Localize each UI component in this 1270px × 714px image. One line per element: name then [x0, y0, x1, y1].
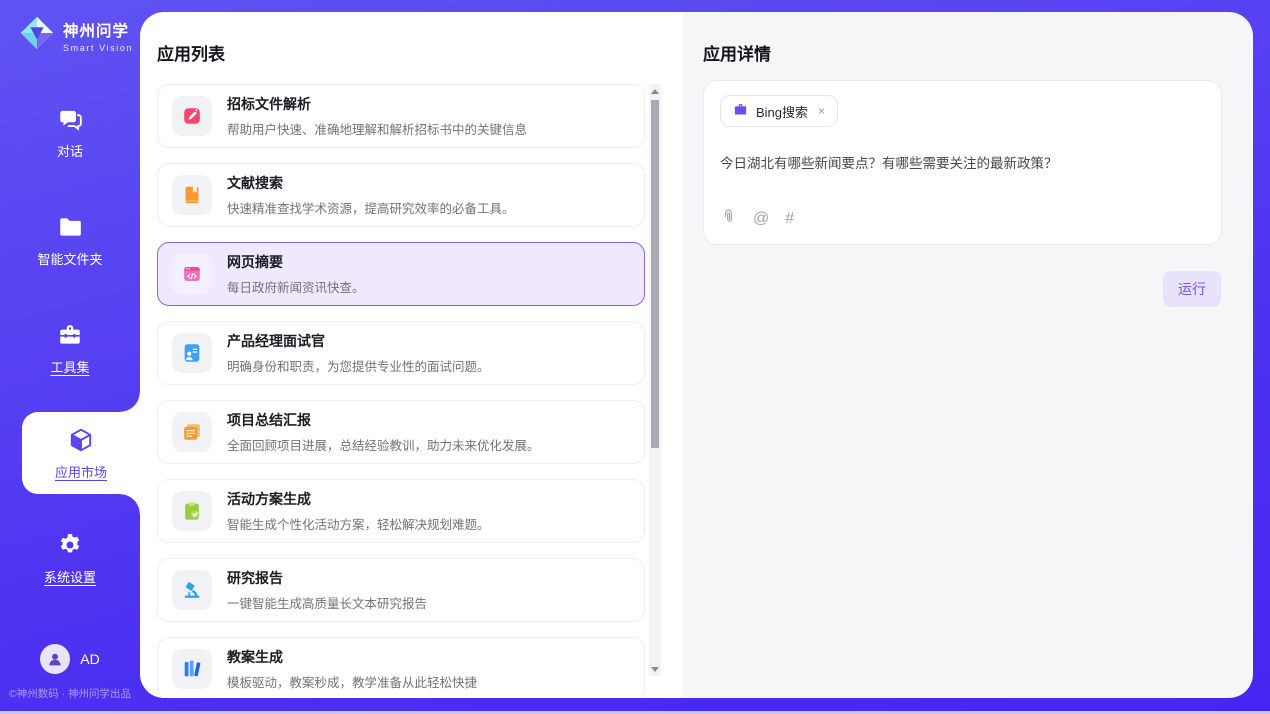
tool-chip-bing-search[interactable]: Bing搜索 × — [720, 95, 838, 127]
sidebar-item-smart-folder[interactable]: 智能文件夹 — [0, 196, 140, 284]
app-name: 招标文件解析 — [227, 94, 527, 114]
app-name: 网页摘要 — [227, 252, 365, 272]
app-list-item[interactable]: 文献搜索 快速精准查找学术资源，提高研究效率的必备工具。 — [157, 163, 645, 227]
app-list-item[interactable]: 研究报告 一键智能生成高质量长文本研究报告 — [157, 558, 645, 622]
sidebar-nav: 对话 智能文件夹 工具集 应用市场 系统设置 — [0, 88, 140, 602]
sidebar-item-app-market[interactable]: 应用市场 — [22, 412, 140, 494]
app-list-item[interactable]: 招标文件解析 帮助用户快速、准确地理解和解析招标书中的关键信息 — [157, 84, 645, 148]
close-icon[interactable]: × — [818, 104, 825, 118]
web-code-icon — [172, 254, 212, 294]
app-list-item[interactable]: 产品经理面试官 明确身份和职责，为您提供专业性的面试问题。 — [157, 321, 645, 385]
tool-chip-label: Bing搜索 — [756, 102, 808, 121]
app-list-item[interactable]: 网页摘要 每日政府新闻资讯快查。 — [157, 242, 645, 306]
paperclip-icon[interactable] — [720, 208, 737, 230]
avatar — [40, 644, 70, 674]
sidebar-item-toolbox[interactable]: 工具集 — [0, 304, 140, 392]
list-scrollbar[interactable] — [649, 84, 661, 676]
app-name: 项目总结汇报 — [227, 410, 540, 430]
books-icon — [172, 649, 212, 689]
scroll-down-button[interactable] — [649, 662, 661, 676]
sticky-notes-icon — [172, 412, 212, 452]
app-name: 文献搜索 — [227, 173, 515, 193]
prompt-card: Bing搜索 × 今日湖北有哪些新闻要点？有哪些需要关注的最新政策？ @ # — [703, 80, 1222, 245]
edit-square-icon — [172, 96, 212, 136]
app-desc: 帮助用户快速、准确地理解和解析招标书中的关键信息 — [227, 119, 527, 138]
app-list-item[interactable]: 项目总结汇报 全面回顾项目进展，总结经验教训，助力未来优化发展。 — [157, 400, 645, 464]
scroll-up-button[interactable] — [649, 84, 661, 98]
sidebar-item-label: 智能文件夹 — [37, 249, 102, 268]
app-desc: 一键智能生成高质量长文本研究报告 — [227, 593, 427, 612]
user-name: AD — [80, 651, 99, 667]
run-button[interactable]: 运行 — [1163, 271, 1221, 307]
at-mention-icon[interactable]: @ — [753, 210, 769, 228]
app-desc: 智能生成个性化活动方案，轻松解决规划难题。 — [227, 514, 490, 533]
app-list-panel: 应用列表 招标文件解析 帮助用户快速、准确地理解和解析招标书中的关键信息 文献搜… — [140, 12, 683, 698]
app-name: 教案生成 — [227, 647, 477, 667]
interviewer-icon — [172, 333, 212, 373]
app-list-item[interactable]: 活动方案生成 智能生成个性化活动方案，轻松解决规划难题。 — [157, 479, 645, 543]
clipboard-check-icon — [172, 491, 212, 531]
research-icon — [172, 570, 212, 610]
sidebar-item-settings[interactable]: 系统设置 — [0, 514, 140, 602]
logo-subtitle: Smart Vision — [63, 43, 133, 53]
sidebar-item-label: 应用市场 — [55, 462, 107, 481]
query-text-input[interactable]: 今日湖北有哪些新闻要点？有哪些需要关注的最新政策？ — [720, 152, 1205, 208]
app-logo: 神州问学 Smart Vision — [0, 0, 140, 57]
sidebar: 神州问学 Smart Vision 对话 智能文件夹 工具集 — [0, 0, 140, 714]
app-name: 活动方案生成 — [227, 489, 490, 509]
app-detail-panel: 应用详情 Bing搜索 × 今日湖北有哪些新闻要点？有哪些需要关注的最新政策？ … — [683, 12, 1253, 698]
briefcase-icon — [733, 102, 748, 120]
toolbox-icon — [56, 321, 84, 349]
app-name: 研究报告 — [227, 568, 427, 588]
sidebar-item-label: 对话 — [57, 141, 83, 160]
app-detail-title: 应用详情 — [703, 40, 771, 65]
hash-tag-icon[interactable]: # — [785, 210, 794, 228]
gear-icon — [56, 531, 84, 559]
sidebar-item-label: 系统设置 — [44, 567, 96, 586]
app-list: 招标文件解析 帮助用户快速、准确地理解和解析招标书中的关键信息 文献搜索 快速精… — [157, 84, 645, 698]
scrollbar-thumb[interactable] — [651, 100, 659, 448]
book-icon — [172, 175, 212, 215]
app-desc: 明确身份和职责，为您提供专业性的面试问题。 — [227, 356, 490, 375]
app-desc: 快速精准查找学术资源，提高研究效率的必备工具。 — [227, 198, 515, 217]
user-account[interactable]: AD — [0, 644, 140, 674]
app-desc: 全面回顾项目进展，总结经验教训，助力未来优化发展。 — [227, 435, 540, 454]
app-desc: 每日政府新闻资讯快查。 — [227, 277, 365, 296]
main-window: 应用列表 招标文件解析 帮助用户快速、准确地理解和解析招标书中的关键信息 文献搜… — [140, 12, 1253, 698]
folder-icon — [56, 213, 84, 241]
app-list-item[interactable]: 教案生成 模板驱动，教案秒成，教学准备从此轻松快捷 — [157, 637, 645, 698]
sidebar-item-chat[interactable]: 对话 — [0, 88, 140, 176]
copyright-footer: ©神州数码 · 神州问学出品 — [0, 686, 140, 701]
chat-icon — [56, 105, 84, 133]
app-desc: 模板驱动，教案秒成，教学准备从此轻松快捷 — [227, 672, 477, 691]
cube-icon — [67, 426, 95, 454]
composer-toolbar: @ # — [720, 208, 1205, 230]
logo-diamond-icon — [18, 14, 56, 57]
logo-title: 神州问学 — [63, 19, 133, 41]
sidebar-item-label: 工具集 — [50, 357, 89, 376]
app-list-title: 应用列表 — [157, 40, 225, 65]
app-name: 产品经理面试官 — [227, 331, 490, 351]
